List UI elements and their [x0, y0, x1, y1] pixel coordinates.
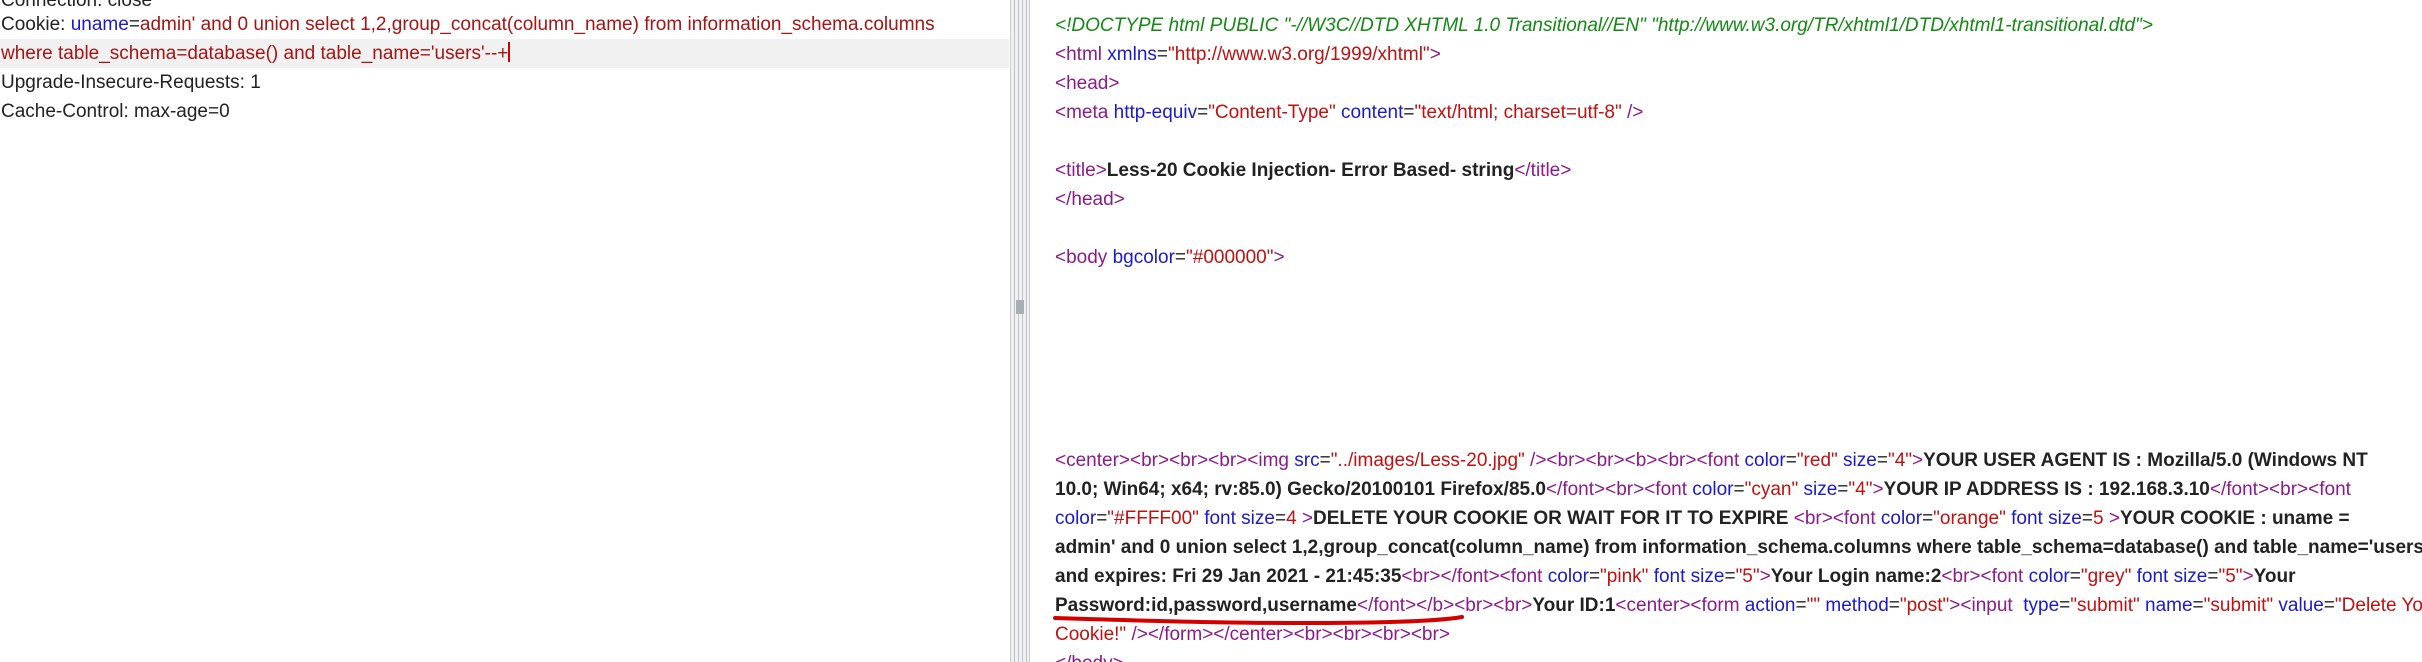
cookie-value-part2: where table_schema=database() and table_… — [1, 43, 509, 64]
text-cursor — [508, 42, 511, 62]
pane-splitter[interactable] — [1010, 0, 1030, 662]
cookie-value-part1: admin' and 0 union select 1,2,group_conc… — [139, 14, 935, 35]
request-line-cookie-wrap: where table_schema=database() and table_… — [0, 39, 1009, 68]
request-editor[interactable]: Connection: close Cookie: uname=admin' a… — [0, 0, 1010, 662]
response-viewer[interactable]: <!DOCTYPE html PUBLIC "-//W3C//DTD XHTML… — [1030, 0, 2422, 662]
splitter-grip-line — [1022, 0, 1023, 662]
cookie-header-key: Cookie: — [1, 14, 71, 35]
request-line-cache-control: Cache-Control: max-age=0 — [1, 101, 230, 122]
cookie-equals: = — [128, 14, 140, 35]
splitter-grip-line — [1026, 0, 1027, 662]
splitter-grip-line — [1018, 0, 1019, 662]
request-line-cookie: Cookie: uname=admin' and 0 union select … — [1, 10, 935, 39]
red-underline-annotation — [1053, 615, 1464, 626]
request-line-upgrade: Upgrade-Insecure-Requests: 1 — [1, 72, 261, 93]
splitter-handle-icon[interactable] — [1016, 300, 1024, 314]
cookie-param-name: uname — [70, 14, 129, 35]
splitter-grip-line — [1014, 0, 1015, 662]
